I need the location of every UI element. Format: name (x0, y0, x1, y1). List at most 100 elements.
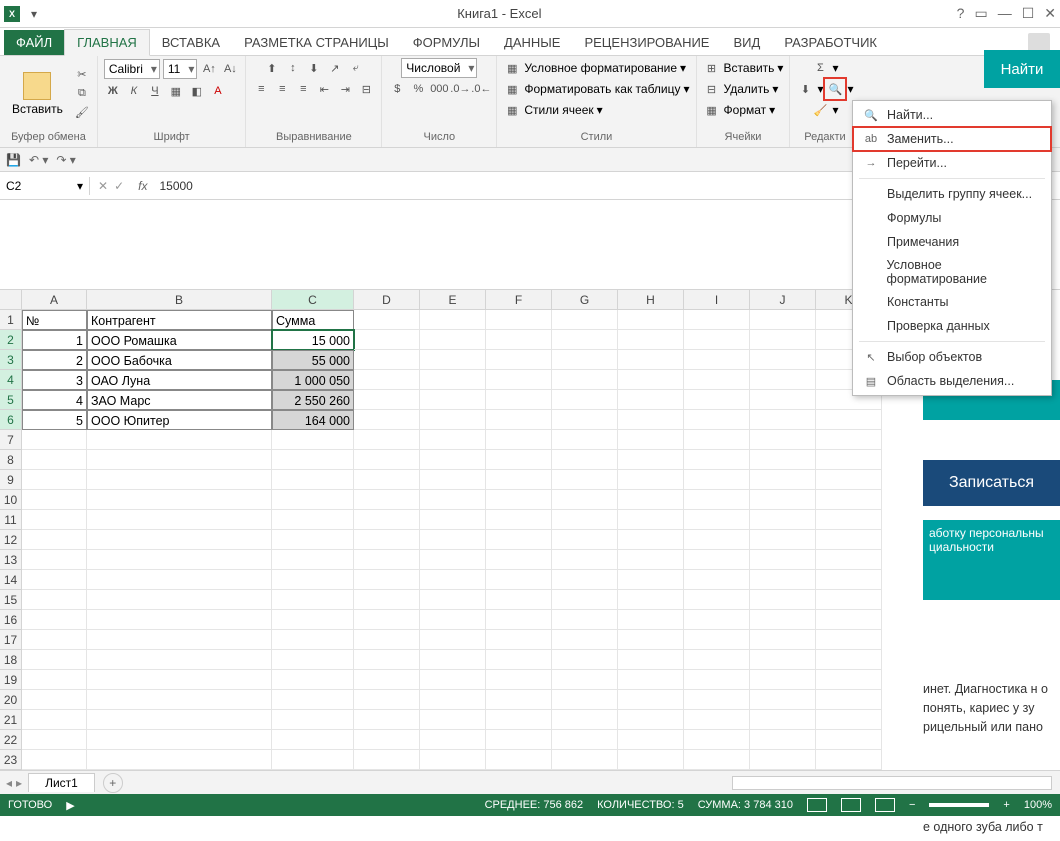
tab-review[interactable]: РЕЦЕНЗИРОВАНИЕ (572, 30, 721, 55)
cell[interactable] (486, 470, 552, 490)
cell[interactable] (750, 630, 816, 650)
cell[interactable] (618, 430, 684, 450)
zoom-out-button[interactable]: − (909, 799, 915, 811)
cell[interactable] (618, 470, 684, 490)
cell[interactable] (87, 450, 272, 470)
cell[interactable] (272, 550, 354, 570)
cell[interactable] (354, 710, 420, 730)
column-header[interactable]: B (87, 290, 272, 310)
cell[interactable] (750, 310, 816, 330)
cell[interactable] (684, 650, 750, 670)
cell[interactable] (750, 750, 816, 770)
cell[interactable] (486, 390, 552, 410)
clear-button[interactable]: 🧹 (811, 101, 829, 119)
cell[interactable] (486, 450, 552, 470)
autosum-button[interactable]: Σ (811, 59, 829, 77)
cell[interactable] (354, 450, 420, 470)
row-header[interactable]: 2 (0, 330, 22, 350)
tab-page-layout[interactable]: РАЗМЕТКА СТРАНИЦЫ (232, 30, 401, 55)
row-header[interactable]: 19 (0, 670, 22, 690)
cell[interactable] (354, 350, 420, 370)
cell[interactable] (420, 570, 486, 590)
column-header[interactable]: I (684, 290, 750, 310)
cell[interactable] (22, 530, 87, 550)
menu-constants[interactable]: Константы (853, 290, 1051, 314)
cell[interactable] (684, 370, 750, 390)
menu-find[interactable]: 🔍Найти... (853, 103, 1051, 127)
cell[interactable] (552, 530, 618, 550)
wrap-text-button[interactable]: ⤶ (347, 59, 365, 77)
cell[interactable] (750, 370, 816, 390)
row-header[interactable]: 16 (0, 610, 22, 630)
cell[interactable] (420, 510, 486, 530)
cell[interactable] (486, 550, 552, 570)
cell[interactable] (552, 570, 618, 590)
tab-view[interactable]: ВИД (721, 30, 772, 55)
cell[interactable] (420, 330, 486, 350)
cell[interactable] (618, 730, 684, 750)
cell[interactable] (22, 630, 87, 650)
cell[interactable] (272, 670, 354, 690)
cell[interactable] (816, 470, 882, 490)
cell[interactable] (22, 570, 87, 590)
cell[interactable] (750, 510, 816, 530)
menu-formulas[interactable]: Формулы (853, 206, 1051, 230)
cell[interactable] (552, 730, 618, 750)
cell[interactable]: ООО Бабочка (87, 350, 272, 370)
cell[interactable] (684, 430, 750, 450)
cell[interactable] (420, 450, 486, 470)
column-header[interactable]: A (22, 290, 87, 310)
cell[interactable] (816, 550, 882, 570)
cell[interactable] (552, 630, 618, 650)
cell[interactable] (420, 430, 486, 450)
cell[interactable] (354, 650, 420, 670)
increase-indent-button[interactable]: ⇥ (336, 80, 354, 98)
external-signup-button[interactable]: Записаться (923, 460, 1060, 506)
menu-select-objects[interactable]: ↖Выбор объектов (853, 345, 1051, 369)
zoom-level[interactable]: 100% (1024, 799, 1052, 811)
cell[interactable]: ООО Юпитер (87, 410, 272, 430)
cell[interactable] (272, 470, 354, 490)
cell[interactable] (354, 630, 420, 650)
align-right-button[interactable]: ≡ (294, 80, 312, 98)
cell[interactable]: 55 000 (272, 350, 354, 370)
menu-data-validation[interactable]: Проверка данных (853, 314, 1051, 338)
cell[interactable] (684, 710, 750, 730)
cell[interactable] (22, 750, 87, 770)
cell[interactable] (486, 530, 552, 550)
sheet-nav-first[interactable]: ◂ (6, 776, 12, 790)
row-header[interactable]: 20 (0, 690, 22, 710)
decrease-indent-button[interactable]: ⇤ (315, 80, 333, 98)
conditional-formatting-button[interactable]: ▦Условное форматирование ▾ (503, 58, 686, 78)
cell[interactable] (684, 390, 750, 410)
cell[interactable] (618, 630, 684, 650)
cell[interactable] (354, 550, 420, 570)
cell[interactable] (486, 330, 552, 350)
cell[interactable]: 15 000 (272, 330, 354, 350)
cell[interactable] (618, 550, 684, 570)
cell[interactable] (552, 410, 618, 430)
cell[interactable] (816, 610, 882, 630)
tab-data[interactable]: ДАННЫЕ (492, 30, 572, 55)
cell[interactable] (552, 550, 618, 570)
cell[interactable] (552, 310, 618, 330)
cell[interactable] (816, 490, 882, 510)
cell[interactable] (684, 610, 750, 630)
cell[interactable] (684, 750, 750, 770)
cell[interactable] (420, 710, 486, 730)
column-header[interactable]: C (272, 290, 354, 310)
align-center-button[interactable]: ≡ (273, 80, 291, 98)
save-button[interactable]: 💾 (6, 153, 21, 167)
cell[interactable] (750, 470, 816, 490)
cell[interactable] (684, 590, 750, 610)
cell[interactable] (750, 730, 816, 750)
cell[interactable] (552, 430, 618, 450)
cell[interactable] (486, 710, 552, 730)
cell[interactable] (552, 750, 618, 770)
cell[interactable] (750, 670, 816, 690)
cell[interactable] (87, 650, 272, 670)
cell[interactable] (272, 590, 354, 610)
cell[interactable] (750, 550, 816, 570)
font-color-button[interactable]: A (209, 82, 227, 100)
cell[interactable] (684, 470, 750, 490)
